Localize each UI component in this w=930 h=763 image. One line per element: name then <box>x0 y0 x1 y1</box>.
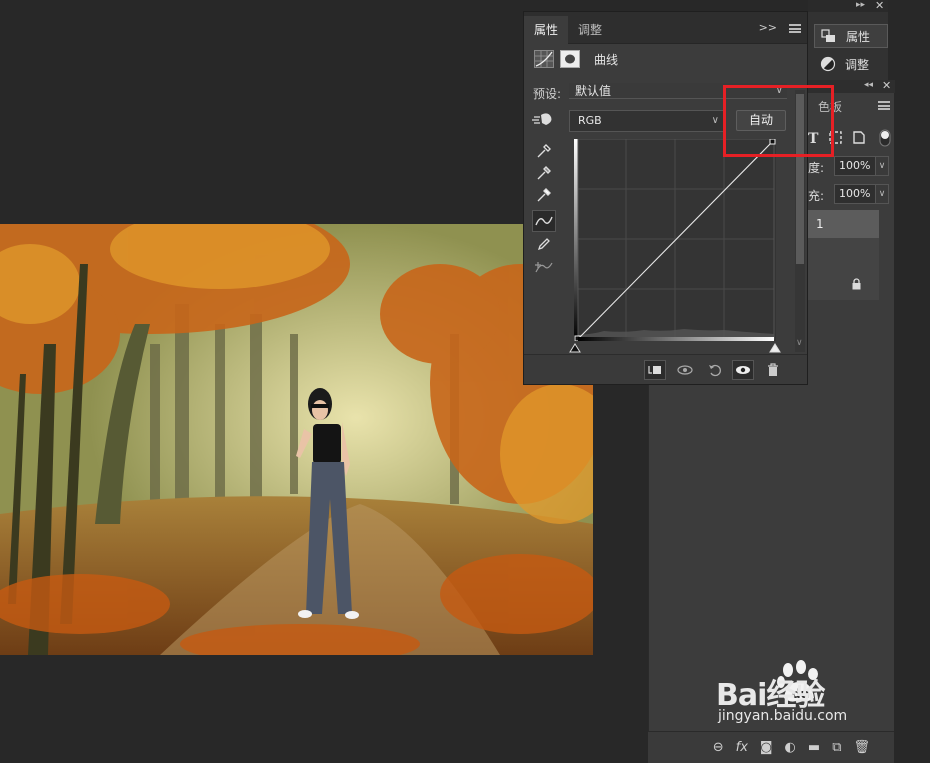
opacity-dropdown[interactable]: ∨ <box>875 156 889 176</box>
properties-tab-bar: 属性 调整 >> <box>524 12 807 44</box>
fill-label: 充: <box>808 189 825 203</box>
auto-button-highlight <box>723 85 834 157</box>
adjustment-title-text: 曲线 <box>594 52 619 67</box>
canvas-photo[interactable] <box>0 224 593 655</box>
collapse-arrows-icon[interactable]: ◂◂ <box>864 80 873 90</box>
black-point-eyedropper-icon[interactable] <box>532 140 556 162</box>
curves-graph[interactable] <box>574 139 776 341</box>
collapsed-panel-dock: ▸▸ ✕ 属性 调整 <box>808 0 888 80</box>
clip-to-layer-icon[interactable] <box>644 360 666 380</box>
layer-mask-icon[interactable] <box>560 50 580 68</box>
fx-icon[interactable]: fx <box>736 740 748 755</box>
on-image-adjust-icon[interactable] <box>532 111 554 129</box>
visibility-eye-icon[interactable] <box>732 360 754 380</box>
white-point-eyedropper-icon[interactable] <box>532 184 556 206</box>
layer-row[interactable] <box>800 268 879 300</box>
dock-adjustments-label: 调整 <box>845 57 870 72</box>
group-icon[interactable]: ▬ <box>808 740 820 755</box>
layer-row[interactable] <box>800 238 879 268</box>
double-chevron-right-icon[interactable]: >> <box>759 21 777 34</box>
baidu-jingyan-watermark: du Bai经验 jingyan.baidu.com <box>712 660 882 730</box>
opacity-label: 度: <box>808 161 825 175</box>
preset-value: 默认值 <box>575 84 612 98</box>
tab-adjustments[interactable]: 调整 <box>568 16 612 44</box>
smooth-icon[interactable] <box>532 256 556 278</box>
link-icon[interactable]: ⊖ <box>713 740 724 755</box>
gray-point-eyedropper-icon[interactable] <box>532 162 556 184</box>
trash-icon[interactable] <box>762 360 784 380</box>
panel-menu-icon[interactable] <box>878 101 890 110</box>
curve-point-icon[interactable] <box>532 210 556 232</box>
curves-adjustment-icon <box>534 50 554 68</box>
properties-panel: 属性 调整 >> 曲线 预设: 默认值 ∨ RGB ∨ 自动 ∨ <box>523 11 808 385</box>
chevron-down-icon[interactable]: ∨ <box>796 338 803 348</box>
close-icon[interactable]: ✕ <box>882 79 891 92</box>
dock-properties-label: 属性 <box>846 29 871 44</box>
properties-footer <box>524 354 807 384</box>
pencil-icon[interactable] <box>532 233 556 255</box>
reset-icon[interactable] <box>704 360 726 380</box>
new-layer-icon[interactable]: ⧉ <box>832 740 841 755</box>
view-previous-icon[interactable] <box>674 360 696 380</box>
properties-icon <box>821 28 837 44</box>
panel-menu-icon[interactable] <box>789 24 801 33</box>
layers-bottom-toolbar: ⊖ fx ◙ ◐ ▬ ⧉ 🗑 <box>648 731 894 763</box>
adjustment-title: 曲线 <box>534 50 618 68</box>
lock-icon <box>852 278 861 290</box>
tab-properties[interactable]: 属性 <box>524 16 569 44</box>
black-input-slider[interactable] <box>569 343 581 353</box>
preset-label: 预设: <box>533 87 562 101</box>
collapse-arrows-icon[interactable]: ▸▸ <box>856 0 865 10</box>
trash-icon[interactable]: 🗑 <box>853 740 870 755</box>
close-icon[interactable]: ✕ <box>875 0 884 12</box>
adjustments-icon <box>820 56 836 72</box>
layer-row[interactable]: 1 <box>800 210 879 238</box>
mask-icon[interactable]: ◙ <box>760 740 773 755</box>
layer-name: 1 <box>816 217 824 231</box>
dock-properties-button[interactable]: 属性 <box>814 24 888 48</box>
watermark-url: jingyan.baidu.com <box>718 708 848 724</box>
channel-value: RGB <box>578 114 602 127</box>
white-input-slider[interactable] <box>769 343 781 353</box>
fill-dropdown[interactable]: ∨ <box>875 184 889 204</box>
channel-dropdown[interactable]: RGB ∨ <box>569 110 726 132</box>
adjustment-layer-icon[interactable]: ◐ <box>785 740 796 755</box>
dock-adjustments-button[interactable]: 调整 <box>814 52 888 76</box>
chevron-down-icon: ∨ <box>711 115 719 126</box>
forest-scene-illustration <box>0 224 593 655</box>
